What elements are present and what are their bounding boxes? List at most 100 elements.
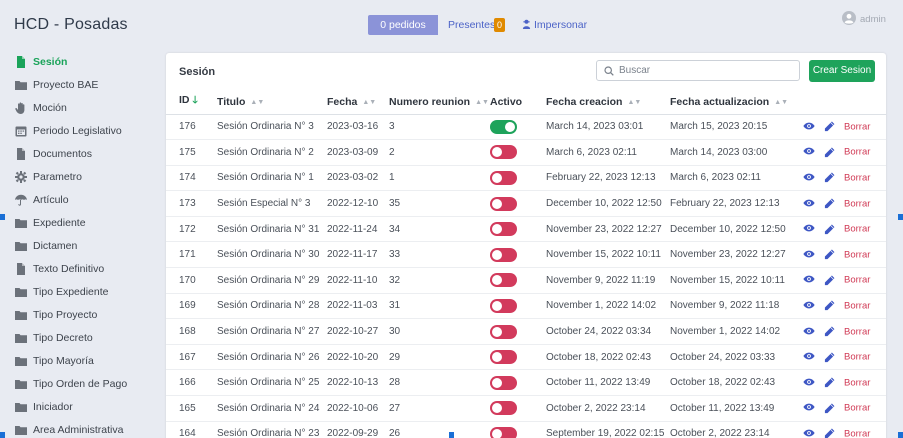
sidebar-item[interactable]: Tipo Proyecto (15, 306, 97, 324)
borrar-button[interactable]: Borrar (844, 377, 870, 388)
sidebar-item[interactable]: Proyecto BAE (15, 76, 98, 94)
borrar-button[interactable]: Borrar (844, 300, 870, 311)
view-icon[interactable] (803, 402, 815, 414)
column-header-activo[interactable]: Activo (490, 90, 546, 115)
borrar-button[interactable]: Borrar (844, 198, 870, 209)
user-menu[interactable]: admin (842, 11, 886, 25)
activo-toggle[interactable] (490, 145, 517, 160)
borrar-button[interactable]: Borrar (844, 121, 870, 132)
activo-toggle[interactable] (490, 273, 517, 288)
edit-icon[interactable] (824, 172, 835, 183)
view-icon[interactable] (803, 121, 815, 133)
activo-toggle[interactable] (490, 222, 517, 237)
view-icon[interactable] (803, 198, 815, 210)
edit-icon[interactable] (824, 377, 835, 388)
sidebar-item[interactable]: Tipo Expediente (15, 283, 109, 301)
table-row[interactable]: 164 Sesión Ordinaria N° 23 2022-09-29 26 Sep… (166, 421, 886, 438)
resize-handle[interactable] (898, 214, 903, 220)
edit-icon[interactable] (824, 121, 835, 132)
activo-toggle[interactable] (490, 324, 517, 339)
edit-icon[interactable] (824, 224, 835, 235)
sidebar-item[interactable]: Tipo Decreto (15, 329, 93, 347)
borrar-button[interactable]: Borrar (844, 249, 870, 260)
pedidos-button[interactable]: 0 pedidos (368, 15, 438, 35)
impersonar-link[interactable]: Impersonar (522, 19, 587, 31)
table-row[interactable]: 169 Sesión Ordinaria N° 28 2022-11-03 31 Nov… (166, 293, 886, 320)
edit-icon[interactable] (824, 275, 835, 286)
activo-toggle[interactable] (490, 426, 517, 438)
sidebar-item[interactable]: Sesión (15, 53, 67, 71)
edit-icon[interactable] (824, 198, 835, 209)
table-row[interactable]: 165 Sesión Ordinaria N° 24 2022-10-06 27 Oct… (166, 395, 886, 422)
table-row[interactable]: 176 Sesión Ordinaria N° 3 2023-03-16 3 March… (166, 114, 886, 141)
view-icon[interactable] (803, 172, 815, 184)
table-row[interactable]: 168 Sesión Ordinaria N° 27 2022-10-27 30 Oct… (166, 318, 886, 345)
edit-icon[interactable] (824, 428, 835, 438)
table-row[interactable]: 173 Sesión Especial N° 3 2022-12-10 35 Decem… (166, 190, 886, 217)
sidebar-item[interactable]: Parametro (15, 168, 82, 186)
activo-toggle[interactable] (490, 350, 517, 365)
presentes-link[interactable]: Presentes (448, 19, 495, 31)
table-row[interactable]: 171 Sesión Ordinaria N° 30 2022-11-17 33 Nov… (166, 241, 886, 269)
sidebar-item[interactable]: Iniciador (15, 398, 73, 416)
sidebar-item[interactable]: Texto Definitivo (15, 260, 104, 278)
column-header-numero-reunion[interactable]: Numero reunion ▲▼ (389, 90, 490, 115)
activo-toggle[interactable] (490, 119, 517, 134)
table-row[interactable]: 174 Sesión Ordinaria N° 1 2023-03-02 1 Febru… (166, 165, 886, 192)
borrar-button[interactable]: Borrar (844, 352, 870, 363)
table-row[interactable]: 170 Sesión Ordinaria N° 29 2022-11-10 32 Nov… (166, 267, 886, 294)
edit-icon[interactable] (824, 326, 835, 337)
crear-sesion-button[interactable]: Crear Sesion (809, 60, 875, 82)
table-row[interactable]: 167 Sesión Ordinaria N° 26 2022-10-20 29 Oct… (166, 344, 886, 371)
activo-toggle[interactable] (490, 375, 517, 390)
column-header-fecha-creacion[interactable]: Fecha creacion ▲▼ (546, 90, 670, 115)
activo-toggle[interactable] (490, 247, 517, 262)
sidebar-item[interactable]: Artículo (15, 191, 69, 209)
resize-handle[interactable] (898, 432, 903, 438)
column-header-fecha-actualizacion[interactable]: Fecha actualizacion ▲▼ (670, 90, 803, 115)
activo-toggle[interactable] (490, 298, 517, 313)
activo-toggle[interactable] (490, 196, 517, 211)
table-row[interactable]: 172 Sesión Ordinaria N° 31 2022-11-24 34 Nov… (166, 216, 886, 243)
view-icon[interactable] (803, 274, 815, 286)
borrar-button[interactable]: Borrar (844, 147, 870, 158)
table-row[interactable]: 166 Sesión Ordinaria N° 25 2022-10-13 28 Oct… (166, 369, 886, 397)
view-icon[interactable] (803, 428, 815, 438)
table-row[interactable]: 175 Sesión Ordinaria N° 2 2023-03-09 2 March… (166, 139, 886, 166)
activo-toggle[interactable] (490, 401, 517, 416)
sidebar-item[interactable]: Periodo Legislativo (15, 122, 122, 140)
sidebar-item[interactable]: Expediente (15, 214, 86, 232)
edit-icon[interactable] (824, 147, 835, 158)
borrar-button[interactable]: Borrar (844, 428, 870, 438)
resize-handle[interactable] (449, 432, 454, 438)
borrar-button[interactable]: Borrar (844, 224, 870, 235)
search-box[interactable] (596, 60, 800, 81)
activo-toggle[interactable] (490, 170, 517, 185)
sidebar-item[interactable]: Tipo Mayoría (15, 352, 94, 370)
view-icon[interactable] (803, 300, 815, 312)
sidebar-item[interactable]: Moción (15, 99, 67, 117)
view-icon[interactable] (803, 326, 815, 338)
column-header-id[interactable]: ID 🡓 (166, 90, 217, 115)
search-input[interactable] (619, 63, 794, 78)
edit-icon[interactable] (824, 300, 835, 311)
borrar-button[interactable]: Borrar (844, 172, 870, 183)
view-icon[interactable] (803, 249, 815, 261)
column-header-fecha[interactable]: Fecha ▲▼ (327, 90, 389, 115)
edit-icon[interactable] (824, 249, 835, 260)
sidebar-item[interactable]: Area Administrativa (15, 421, 123, 438)
resize-handle[interactable] (0, 432, 5, 438)
edit-icon[interactable] (824, 403, 835, 414)
borrar-button[interactable]: Borrar (844, 275, 870, 286)
borrar-button[interactable]: Borrar (844, 403, 870, 414)
sidebar-item[interactable]: Dictamen (15, 237, 77, 255)
edit-icon[interactable] (824, 352, 835, 363)
view-icon[interactable] (803, 223, 815, 235)
resize-handle[interactable] (0, 214, 5, 220)
view-icon[interactable] (803, 146, 815, 158)
view-icon[interactable] (803, 351, 815, 363)
borrar-button[interactable]: Borrar (844, 326, 870, 337)
view-icon[interactable] (803, 377, 815, 389)
sidebar-item[interactable]: Tipo Orden de Pago (15, 375, 127, 393)
column-header-titulo[interactable]: Titulo ▲▼ (217, 90, 327, 115)
